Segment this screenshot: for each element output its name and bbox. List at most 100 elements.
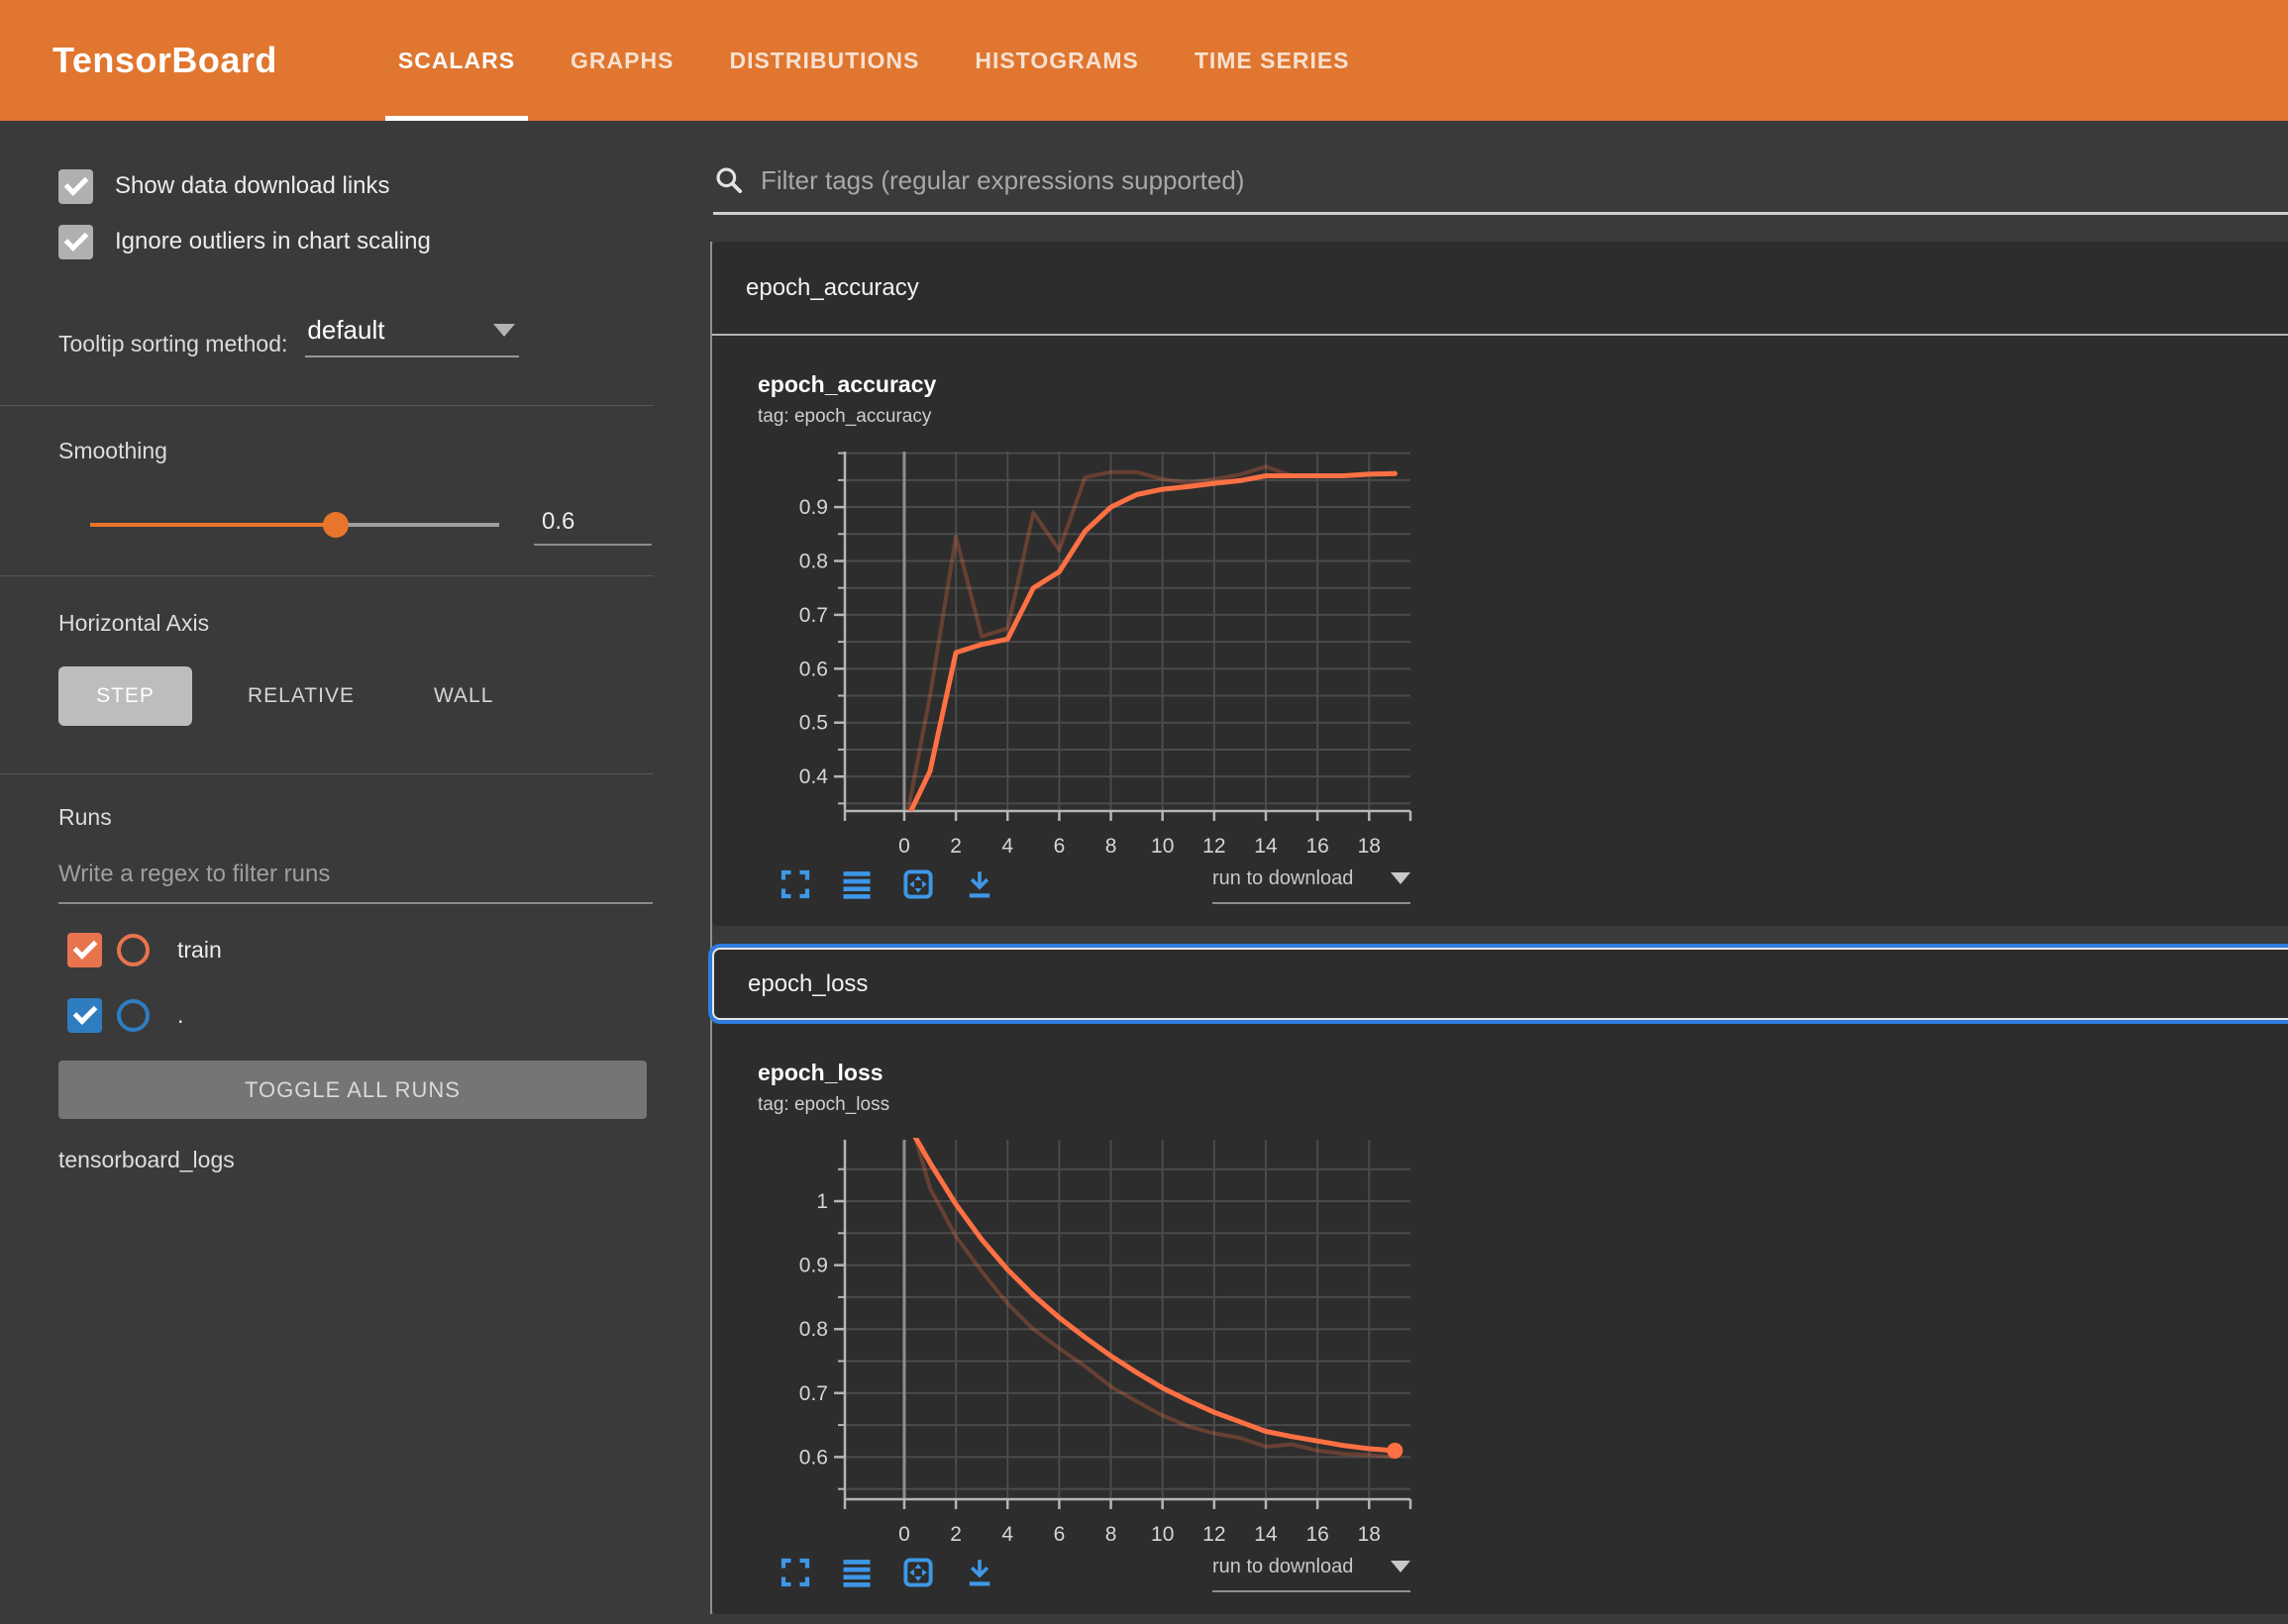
tab-time-series[interactable]: TIME SERIES xyxy=(1167,0,1378,121)
epoch-accuracy-pane: epoch_accuracy epoch_accuracy tag: epoch… xyxy=(712,242,2288,926)
tab-distributions[interactable]: DISTRIBUTIONS xyxy=(701,0,947,121)
sidebar: Show data download links Ignore outliers… xyxy=(0,121,654,1624)
runs-table-button[interactable] xyxy=(839,1555,875,1592)
toggle-all-runs-button[interactable]: TOGGLE ALL RUNS xyxy=(58,1061,647,1119)
app-header: TensorBoard SCALARS GRAPHS DISTRIBUTIONS… xyxy=(0,0,2288,121)
show-data-download-links-checkbox[interactable]: Show data download links xyxy=(58,168,654,204)
epoch-loss-pane-body: epoch_loss tag: epoch_loss 0246810121416… xyxy=(712,1024,2288,1614)
download-icon xyxy=(962,1555,997,1590)
filter-tags-input[interactable] xyxy=(761,165,2288,196)
svg-text:12: 12 xyxy=(1202,835,1225,858)
app-title: TensorBoard xyxy=(52,40,277,81)
svg-text:16: 16 xyxy=(1305,1523,1328,1546)
run-label: . xyxy=(177,1002,183,1029)
fit-domain-button[interactable] xyxy=(900,866,936,904)
svg-text:0.4: 0.4 xyxy=(799,765,829,788)
data-table-icon xyxy=(839,1555,875,1590)
tooltip-sorting-row: Tooltip sorting method: default xyxy=(58,315,654,357)
svg-text:8: 8 xyxy=(1105,1523,1117,1546)
fullscreen-button[interactable] xyxy=(778,866,813,904)
log-directory-label: tensorboard_logs xyxy=(58,1147,654,1173)
run-color-circle-icon xyxy=(117,934,150,966)
svg-text:0.9: 0.9 xyxy=(799,1255,828,1277)
epoch-accuracy-pane-body: epoch_accuracy tag: epoch_accuracy 02468… xyxy=(712,336,2288,926)
ignore-outliers-checkbox[interactable]: Ignore outliers in chart scaling xyxy=(58,224,654,259)
svg-text:2: 2 xyxy=(950,1523,962,1546)
loss-line-chart[interactable]: 0246810121416180.60.70.80.91 xyxy=(758,1128,1431,1549)
svg-text:0: 0 xyxy=(898,835,910,858)
chart-toolbar: run to download xyxy=(758,866,1431,904)
step-button[interactable]: STEP xyxy=(58,666,192,726)
tab-histograms[interactable]: HISTOGRAMS xyxy=(947,0,1166,121)
run-checkbox-icon[interactable] xyxy=(67,933,102,967)
filter-tags-row xyxy=(713,164,2288,215)
slider-thumb[interactable] xyxy=(323,512,349,538)
download-button[interactable] xyxy=(962,1555,997,1592)
epoch-loss-chart-card: epoch_loss tag: epoch_loss 0246810121416… xyxy=(758,1060,2288,1592)
horizontal-axis-section: Horizontal Axis STEP RELATIVE WALL xyxy=(0,575,654,773)
run-label: train xyxy=(177,937,222,964)
wall-button[interactable]: WALL xyxy=(410,666,517,726)
svg-text:6: 6 xyxy=(1054,835,1066,858)
fit-domain-button[interactable] xyxy=(900,1555,936,1592)
slider-fill xyxy=(90,523,336,527)
chart-tag: tag: epoch_loss xyxy=(758,1094,2288,1116)
accuracy-line-chart[interactable]: 0246810121416180.40.50.60.70.80.9 xyxy=(758,440,1431,861)
runs-section: Runs train . TOGGLE ALL RUNS tensorboard… xyxy=(0,773,654,1173)
svg-text:1: 1 xyxy=(816,1190,828,1213)
smoothing-section: Smoothing xyxy=(0,405,654,575)
svg-text:8: 8 xyxy=(1105,835,1117,858)
run-to-download-select[interactable]: run to download xyxy=(1212,1556,1410,1592)
fullscreen-button[interactable] xyxy=(778,1555,813,1592)
checkbox-label: Ignore outliers in chart scaling xyxy=(115,228,431,255)
dropdown-arrow-icon xyxy=(1391,872,1410,884)
smoothing-slider-row xyxy=(58,504,654,546)
epoch-accuracy-chart-card: epoch_accuracy tag: epoch_accuracy 02468… xyxy=(758,371,2288,904)
checkbox-checked-icon xyxy=(58,225,93,259)
tab-scalars[interactable]: SCALARS xyxy=(370,0,543,121)
search-icon xyxy=(713,164,745,196)
tooltip-sorting-select[interactable]: default xyxy=(305,315,519,357)
svg-text:2: 2 xyxy=(950,835,962,858)
epoch-accuracy-pane-header[interactable]: epoch_accuracy xyxy=(712,242,2288,336)
tensorboard-app: TensorBoard SCALARS GRAPHS DISTRIBUTIONS… xyxy=(0,0,2288,1624)
svg-text:4: 4 xyxy=(1001,835,1013,858)
svg-text:4: 4 xyxy=(1001,1523,1013,1546)
epoch-loss-pane-header[interactable]: epoch_loss xyxy=(712,948,2288,1020)
relative-button[interactable]: RELATIVE xyxy=(224,666,378,726)
svg-text:0.8: 0.8 xyxy=(799,550,828,572)
svg-text:0.5: 0.5 xyxy=(799,712,828,735)
run-row-dot[interactable]: . xyxy=(58,995,654,1035)
general-settings-section: Show data download links Ignore outliers… xyxy=(0,121,654,405)
tooltip-sorting-label: Tooltip sorting method: xyxy=(58,331,287,357)
pane-title: epoch_accuracy xyxy=(746,274,919,302)
svg-text:0.7: 0.7 xyxy=(799,1382,828,1405)
run-to-download-select[interactable]: run to download xyxy=(1212,867,1410,904)
fullscreen-icon xyxy=(778,866,813,902)
svg-text:14: 14 xyxy=(1254,835,1278,858)
svg-text:16: 16 xyxy=(1305,835,1328,858)
runs-table-button[interactable] xyxy=(839,866,875,904)
download-button[interactable] xyxy=(962,866,997,904)
smoothing-value-input[interactable] xyxy=(534,504,652,546)
smoothing-slider[interactable] xyxy=(90,512,499,538)
tag-panes: epoch_accuracy epoch_accuracy tag: epoch… xyxy=(710,242,2288,1614)
data-table-icon xyxy=(839,866,875,902)
smoothing-label: Smoothing xyxy=(58,438,654,464)
svg-text:0.8: 0.8 xyxy=(799,1318,828,1341)
main-panel: epoch_accuracy epoch_accuracy tag: epoch… xyxy=(654,121,2288,1624)
checkbox-label: Show data download links xyxy=(115,172,390,200)
dropdown-arrow-icon xyxy=(493,324,515,337)
chart-title: epoch_loss xyxy=(758,1060,2288,1086)
dropdown-arrow-icon xyxy=(1391,1561,1410,1573)
runs-filter-input[interactable] xyxy=(58,861,653,904)
run-checkbox-icon[interactable] xyxy=(67,998,102,1033)
svg-text:18: 18 xyxy=(1358,1523,1381,1546)
run-to-download-label: run to download xyxy=(1212,867,1353,890)
run-row-train[interactable]: train xyxy=(58,930,654,969)
svg-text:6: 6 xyxy=(1054,1523,1066,1546)
run-color-circle-icon xyxy=(117,999,150,1032)
checkbox-checked-icon xyxy=(58,169,93,204)
tab-graphs[interactable]: GRAPHS xyxy=(543,0,701,121)
chart-tag: tag: epoch_accuracy xyxy=(758,406,2288,428)
